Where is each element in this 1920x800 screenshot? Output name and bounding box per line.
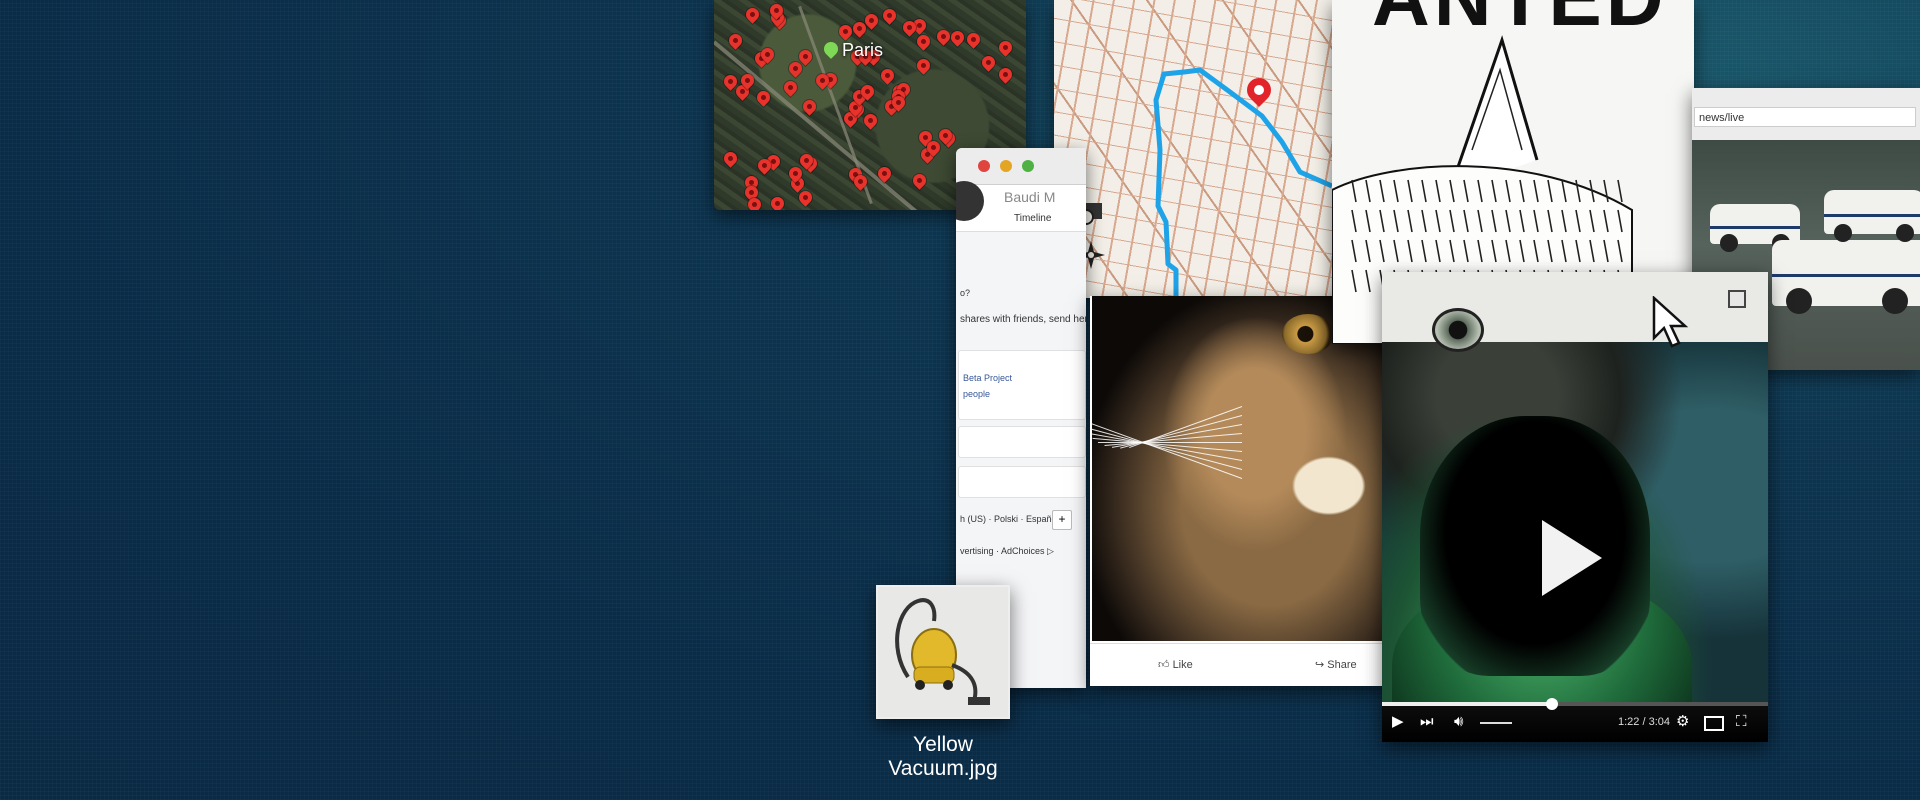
volume-icon[interactable]: 🔊︎	[1454, 712, 1463, 732]
progress-scrubber[interactable]	[1545, 698, 1558, 710]
play-icon[interactable]	[1542, 520, 1602, 596]
whisker	[1120, 415, 1243, 449]
avatar[interactable]	[956, 181, 984, 221]
whisker	[1098, 442, 1242, 443]
maximize-button[interactable]	[1022, 160, 1034, 172]
restore-window-icon[interactable]	[1728, 290, 1746, 308]
map-pin-icon[interactable]	[877, 66, 897, 85]
city-label: Paris	[842, 40, 884, 60]
cat-eye	[1282, 314, 1334, 354]
map-pin-icon[interactable]	[914, 56, 933, 75]
map-pin-icon[interactable]	[743, 5, 762, 24]
post-actions-bar: 👍︎ Like ↪ Share	[1090, 643, 1390, 684]
video-frame[interactable]	[1382, 342, 1768, 742]
like-label: Like	[1172, 659, 1193, 671]
info-card: Beta Project people	[958, 350, 1086, 420]
map-pin-icon[interactable]	[768, 194, 788, 210]
cat-eye-glasses	[1432, 308, 1484, 352]
map-pin-icon[interactable]	[836, 22, 855, 42]
close-button[interactable]	[978, 160, 990, 172]
profile-header: Baudi M Timeline	[956, 181, 1086, 232]
police-car	[1710, 204, 1800, 252]
street-map-window[interactable]	[1054, 0, 1334, 298]
fullscreen-icon[interactable]: ⛶	[1736, 712, 1747, 732]
footer-links[interactable]: vertising · AdChoices ▷	[960, 546, 1054, 557]
share-button[interactable]: ↪ Share	[1315, 658, 1357, 671]
add-language-button[interactable]: +	[1052, 510, 1072, 530]
next-icon[interactable]: ⏭	[1420, 712, 1434, 732]
share-prompt: shares with friends, send her a fr	[960, 314, 1086, 325]
map-pin-icon[interactable]	[914, 32, 933, 51]
thumbs-up-icon: 👍︎	[1158, 659, 1173, 671]
card-people-link[interactable]: people	[963, 389, 990, 399]
volume-slider[interactable]	[1480, 722, 1512, 724]
language-links[interactable]: h (US) · Polski · Español	[960, 514, 1059, 524]
vacuum-icon	[878, 587, 1008, 717]
map-pin-icon[interactable]	[796, 188, 816, 208]
share-label: Share	[1327, 659, 1357, 671]
map-pin-icon[interactable]	[910, 171, 930, 191]
map-pin-icon[interactable]	[721, 149, 741, 168]
map-pin-icon[interactable]	[726, 31, 745, 50]
window-titlebar	[956, 148, 1086, 185]
vacuum-image-thumbnail[interactable]	[876, 585, 1010, 719]
settings-gear-icon[interactable]: ⚙	[1676, 712, 1689, 732]
tab-timeline[interactable]: Timeline	[1014, 213, 1051, 224]
time-readout: 1:22 / 3:04	[1618, 716, 1670, 728]
file-label-line2: Vacuum.jpg	[888, 757, 998, 780]
play-icon[interactable]: ▶	[1392, 712, 1404, 732]
map-pin-icon[interactable]	[948, 28, 967, 47]
cat-photo	[1092, 296, 1388, 641]
file-label[interactable]: Yellow Vacuum.jpg	[868, 733, 1018, 781]
file-label-line1: Yellow	[913, 733, 973, 756]
map-pin-icon[interactable]	[880, 6, 899, 25]
map-pin-icon[interactable]	[996, 64, 1015, 84]
police-car	[1772, 240, 1920, 314]
map-pin-icon[interactable]	[821, 39, 841, 59]
progress-bar[interactable]	[1382, 698, 1768, 710]
like-button[interactable]: 👍︎ Like	[1158, 658, 1193, 671]
photo-post[interactable]: 👍︎ Like ↪ Share	[1090, 296, 1390, 686]
info-card	[958, 466, 1086, 498]
card-beta-link[interactable]: Beta Project	[963, 373, 1012, 383]
map-pin-icon[interactable]	[979, 53, 998, 72]
map-pin-icon[interactable]	[861, 111, 880, 130]
minimize-button[interactable]	[1000, 160, 1012, 172]
map-pin-icon[interactable]	[996, 38, 1015, 57]
profile-name[interactable]: Baudi M	[1004, 189, 1055, 205]
hooded-figure	[1420, 416, 1650, 676]
pointer-cursor-icon	[1652, 296, 1689, 348]
share-arrow-icon: ↪	[1315, 659, 1328, 671]
map-pin-icon[interactable]	[963, 29, 983, 49]
police-car	[1824, 190, 1920, 242]
info-card	[958, 426, 1086, 458]
question-text: o?	[960, 288, 971, 298]
video-player[interactable]: ▶ ⏭ 🔊︎ 1:22 / 3:04 ⚙ ⛶	[1382, 272, 1768, 742]
progress-fill	[1382, 702, 1552, 706]
address-bar[interactable]: news/live	[1694, 107, 1916, 127]
theater-mode-icon[interactable]	[1704, 716, 1724, 731]
map-pin-icon[interactable]	[800, 97, 819, 116]
map-pin-icon[interactable]	[781, 78, 801, 97]
